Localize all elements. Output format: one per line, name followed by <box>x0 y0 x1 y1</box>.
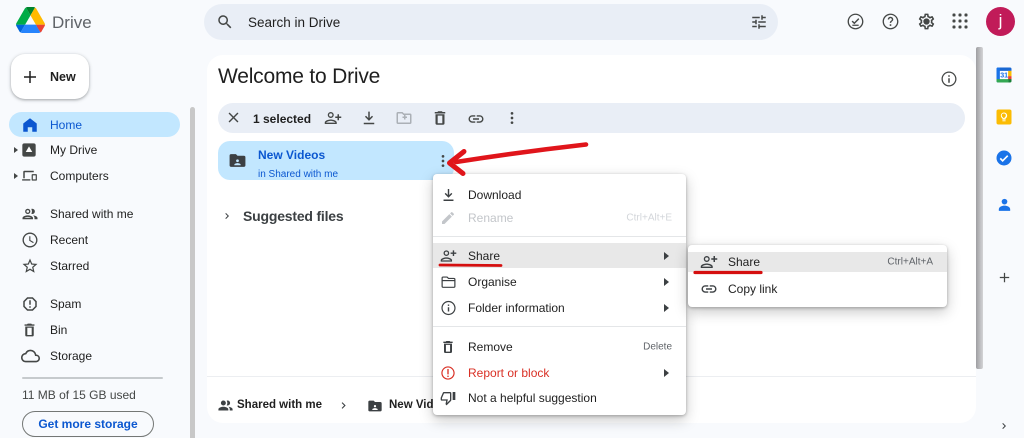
svg-text:31: 31 <box>1000 72 1008 80</box>
